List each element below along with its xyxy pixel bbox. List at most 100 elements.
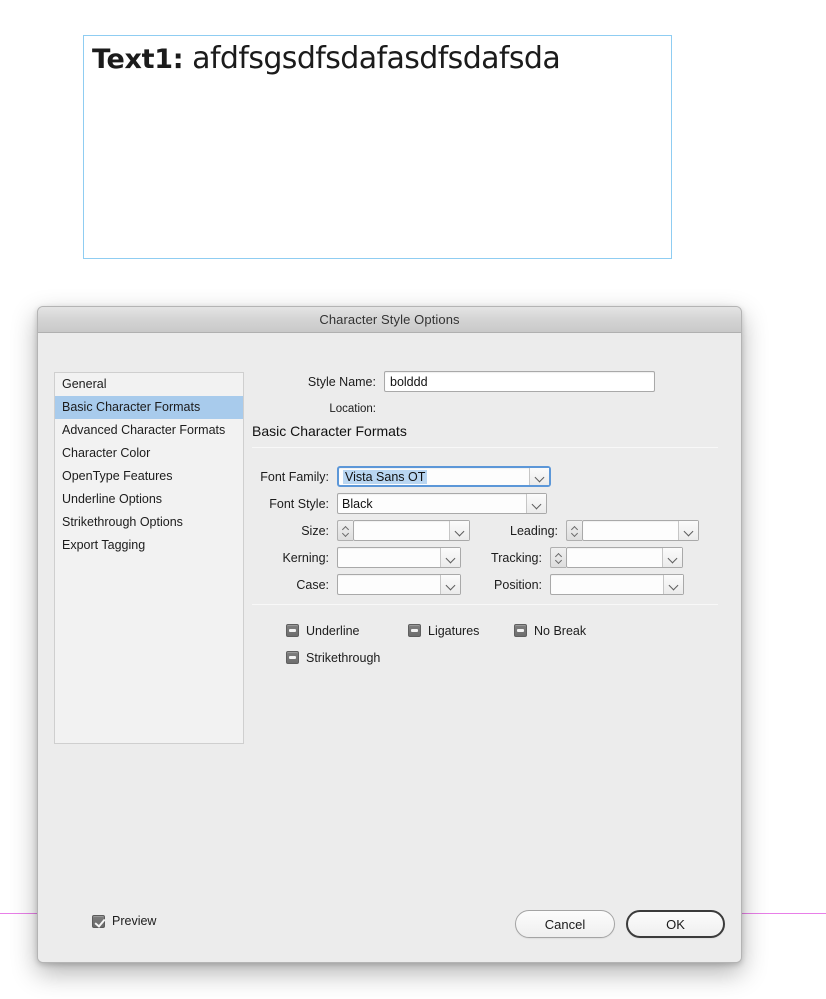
cancel-button[interactable]: Cancel xyxy=(515,910,615,938)
style-name-input[interactable] xyxy=(384,371,655,392)
section-heading: Basic Character Formats xyxy=(252,423,407,439)
dash-glyph xyxy=(411,629,418,632)
chevron-down-icon xyxy=(446,582,455,588)
chevron-down-icon xyxy=(535,474,544,480)
dialog-title: Character Style Options xyxy=(319,312,460,327)
ok-button[interactable]: OK xyxy=(626,910,725,938)
divider-top xyxy=(252,447,718,448)
position-label: Position: xyxy=(494,577,542,592)
text-frame[interactable]: Text1: afdfsgsdfsdafasdfsdafsda xyxy=(83,35,672,259)
size-stepper[interactable] xyxy=(337,520,353,541)
dialog-titlebar[interactable]: Character Style Options xyxy=(38,307,741,333)
font-family-row: Font Family: Vista Sans OT xyxy=(252,463,699,490)
sidebar-item-underline-options[interactable]: Underline Options xyxy=(55,488,243,511)
format-toggles: Underline Ligatures No Break Strikethrou… xyxy=(286,617,586,671)
chevron-down-icon xyxy=(455,528,464,534)
sidebar-item-character-color[interactable]: Character Color xyxy=(55,442,243,465)
strikethrough-label: Strikethrough xyxy=(306,650,381,665)
font-family-label: Font Family: xyxy=(260,469,329,484)
ligatures-checkbox[interactable]: Ligatures xyxy=(408,624,514,638)
strikethrough-checkbox[interactable]: Strikethrough xyxy=(286,651,380,665)
size-label: Size: xyxy=(301,523,329,538)
case-position-row: Case: Position: xyxy=(252,571,699,598)
sidebar-item-general[interactable]: General xyxy=(55,373,243,396)
tracking-dropdown-arrow[interactable] xyxy=(662,548,682,567)
leading-label: Leading: xyxy=(510,523,558,538)
dialog-body: General Basic Character Formats Advanced… xyxy=(38,333,741,962)
leading-combo[interactable] xyxy=(582,520,699,541)
font-style-combo[interactable]: Black xyxy=(337,493,547,514)
font-style-row: Font Style: Black xyxy=(252,490,699,517)
chevron-down-icon xyxy=(668,555,677,561)
chevron-down-icon xyxy=(446,555,455,561)
leading-stepper[interactable] xyxy=(566,520,582,541)
location-label: Location: xyxy=(329,403,376,415)
text-frame-content: Text1: afdfsgsdfsdafasdfsdafsda xyxy=(92,37,561,82)
kerning-tracking-row: Kerning: Tracking: xyxy=(252,544,699,571)
stepper-down-icon[interactable] xyxy=(342,532,349,536)
stepper-down-icon[interactable] xyxy=(571,532,578,536)
dash-glyph xyxy=(289,656,296,659)
preview-checkbox[interactable]: Preview xyxy=(92,914,156,928)
leading-dropdown-arrow[interactable] xyxy=(678,521,698,540)
font-style-label: Font Style: xyxy=(269,496,329,511)
font-family-combo[interactable]: Vista Sans OT xyxy=(337,466,551,487)
toggles-row-2: Strikethrough xyxy=(286,644,586,671)
font-family-dropdown-arrow[interactable] xyxy=(529,468,549,485)
case-label: Case: xyxy=(296,577,329,592)
size-leading-row: Size: Leading: xyxy=(252,517,699,544)
sidebar-item-export-tagging[interactable]: Export Tagging xyxy=(55,534,243,557)
ligatures-label: Ligatures xyxy=(428,623,480,638)
sidebar-item-advanced-character-formats[interactable]: Advanced Character Formats xyxy=(55,419,243,442)
toggles-row-1: Underline Ligatures No Break xyxy=(286,617,586,644)
font-style-value: Black xyxy=(342,496,373,511)
stepper-up-icon[interactable] xyxy=(555,553,562,557)
font-family-value-wrap: Vista Sans OT xyxy=(339,469,529,484)
checkbox-mixed-icon[interactable] xyxy=(408,624,421,637)
basic-character-formats-form: Font Family: Vista Sans OT Font Style: B… xyxy=(252,463,699,598)
dialog-category-list[interactable]: General Basic Character Formats Advanced… xyxy=(54,372,244,744)
location-row: Location: xyxy=(252,403,384,415)
kerning-combo[interactable] xyxy=(337,547,461,568)
preview-label: Preview xyxy=(112,914,157,928)
dialog-footer: Preview Cancel OK xyxy=(38,901,741,962)
size-dropdown-arrow[interactable] xyxy=(449,521,469,540)
position-combo[interactable] xyxy=(550,574,684,595)
size-combo[interactable] xyxy=(353,520,470,541)
underline-label: Underline xyxy=(306,623,360,638)
checkbox-mixed-icon[interactable] xyxy=(514,624,527,637)
stepper-down-icon[interactable] xyxy=(555,559,562,563)
sidebar-item-strikethrough-options[interactable]: Strikethrough Options xyxy=(55,511,243,534)
stepper-up-icon[interactable] xyxy=(571,526,578,530)
font-family-value: Vista Sans OT xyxy=(343,469,428,484)
chevron-down-icon xyxy=(532,501,541,507)
chevron-down-icon xyxy=(669,582,678,588)
checkbox-checked-icon[interactable] xyxy=(92,914,105,928)
kerning-dropdown-arrow[interactable] xyxy=(440,548,460,567)
style-name-label: Style Name: xyxy=(307,374,376,389)
checkbox-mixed-icon[interactable] xyxy=(286,624,299,637)
underline-checkbox[interactable]: Underline xyxy=(286,624,408,638)
case-combo[interactable] xyxy=(337,574,461,595)
dash-glyph xyxy=(289,629,296,632)
sidebar-item-basic-character-formats[interactable]: Basic Character Formats xyxy=(55,396,243,419)
character-style-options-dialog: Character Style Options General Basic Ch… xyxy=(37,306,742,963)
font-style-dropdown-arrow[interactable] xyxy=(526,494,546,513)
tracking-combo[interactable] xyxy=(566,547,683,568)
text-frame-body: afdfsgsdfsdafasdfsdafsda xyxy=(183,41,561,76)
sidebar-item-opentype-features[interactable]: OpenType Features xyxy=(55,465,243,488)
stepper-up-icon[interactable] xyxy=(342,526,349,530)
tracking-stepper[interactable] xyxy=(550,547,566,568)
divider-middle xyxy=(252,604,718,605)
style-name-row: Style Name: xyxy=(252,371,655,392)
position-dropdown-arrow[interactable] xyxy=(663,575,683,594)
case-dropdown-arrow[interactable] xyxy=(440,575,460,594)
text-frame-label: Text1: xyxy=(92,44,184,75)
no-break-checkbox[interactable]: No Break xyxy=(514,624,586,638)
checkbox-mixed-icon[interactable] xyxy=(286,651,299,664)
tracking-label: Tracking: xyxy=(491,550,542,565)
screen: Text1: afdfsgsdfsdafasdfsdafsda Characte… xyxy=(0,0,826,999)
chevron-down-icon xyxy=(684,528,693,534)
no-break-label: No Break xyxy=(534,623,587,638)
kerning-label: Kerning: xyxy=(282,550,329,565)
